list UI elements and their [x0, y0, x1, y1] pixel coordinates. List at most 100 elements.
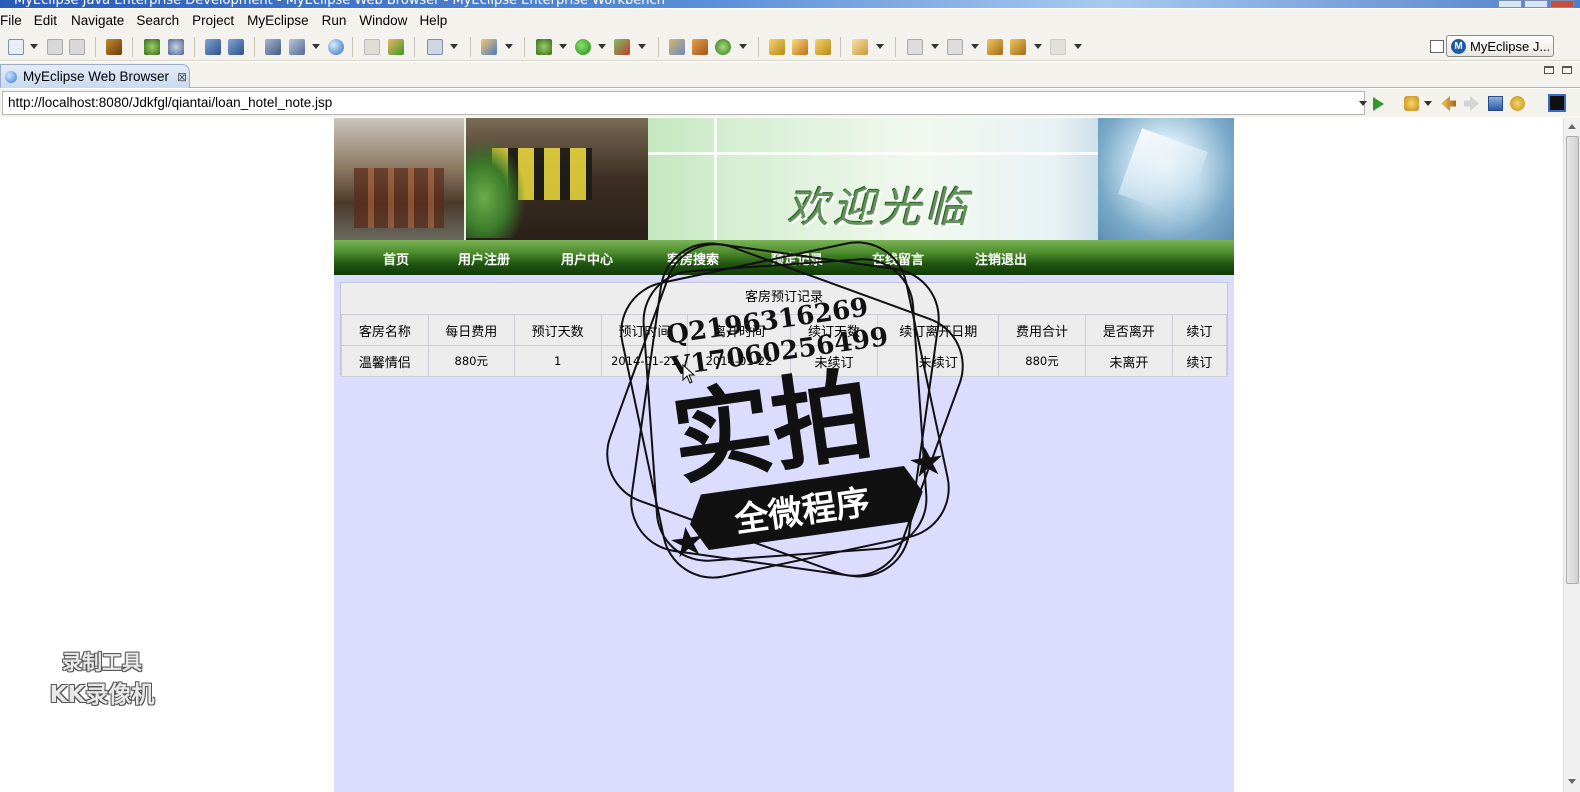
perspective-switcher[interactable]: M MyEclipse J...: [1446, 35, 1554, 57]
view-controls: [1544, 66, 1572, 74]
new-class-dropdown-icon[interactable]: [739, 44, 747, 49]
search-dropdown-icon[interactable]: [876, 44, 884, 49]
next-annotation-icon[interactable]: [907, 39, 923, 55]
deploy-icon[interactable]: [205, 39, 221, 55]
new-java-project-icon[interactable]: [669, 39, 685, 55]
menu-project[interactable]: Project: [192, 13, 242, 28]
nav-register[interactable]: 用户注册: [458, 249, 510, 268]
debug-dropdown-icon[interactable]: [559, 44, 567, 49]
hotel-banner: 欢迎光临: [334, 118, 1234, 240]
window-controls: [1498, 0, 1574, 8]
window-title-bar: MyEclipse Java Enterprise Development - …: [0, 0, 1580, 8]
back-icon[interactable]: [1010, 39, 1026, 55]
open-task-icon[interactable]: [815, 39, 831, 55]
scroll-up-icon[interactable]: [1568, 124, 1576, 129]
menu-run[interactable]: Run: [322, 13, 355, 28]
print-icon[interactable]: [69, 39, 85, 55]
prev-annotation-dropdown-icon[interactable]: [971, 44, 979, 49]
open-type-icon[interactable]: [289, 39, 305, 55]
open-type-dropdown-icon[interactable]: [312, 44, 320, 49]
nav-guestbook[interactable]: 在线留言: [872, 249, 924, 268]
menu-myeclipse[interactable]: MyEclipse: [247, 13, 317, 28]
new-dropdown-icon[interactable]: [30, 44, 38, 49]
nav-booking-records[interactable]: 预定记录: [771, 249, 823, 268]
run-icon[interactable]: [575, 39, 591, 55]
view-menu-icon[interactable]: [1548, 94, 1566, 112]
external-tools-dropdown-icon[interactable]: [638, 44, 646, 49]
favorites-dropdown-icon[interactable]: [1424, 101, 1432, 106]
bug-icon[interactable]: [144, 39, 160, 55]
back-dropdown-icon[interactable]: [1034, 44, 1042, 49]
forward-dropdown-icon[interactable]: [1074, 44, 1082, 49]
go-icon[interactable]: [1373, 97, 1384, 111]
camera-icon[interactable]: [427, 39, 443, 55]
nav-home[interactable]: 首页: [383, 249, 409, 268]
close-tab-icon[interactable]: ⊠: [177, 70, 187, 84]
server-icon[interactable]: [168, 39, 184, 55]
cut-icon[interactable]: [364, 39, 380, 55]
table-header-row: 客房名称 每日费用 预订天数 预订时间 离开时间 续订天数 续订离开日期 费用合…: [341, 314, 1228, 346]
browser-address-bar: http://localhost:8080/Jdkfgl/qiantai/loa…: [0, 89, 1580, 117]
forward-icon[interactable]: [1050, 39, 1066, 55]
refresh-project-icon[interactable]: [388, 39, 404, 55]
toolbar-separator: [758, 37, 759, 57]
cell-daily-rate: 880元: [427, 345, 515, 377]
toolbar-separator: [840, 37, 841, 57]
next-annotation-dropdown-icon[interactable]: [931, 44, 939, 49]
close-window-button[interactable]: [1550, 0, 1574, 8]
stop-icon[interactable]: [1488, 96, 1503, 111]
debug-icon[interactable]: [536, 39, 552, 55]
minimize-window-button[interactable]: [1498, 0, 1522, 8]
browser-back-icon[interactable]: [1441, 96, 1456, 111]
vertical-scrollbar[interactable]: [1563, 118, 1580, 792]
nav-logout[interactable]: 注销退出: [975, 249, 1027, 268]
maximize-view-icon[interactable]: [1562, 66, 1572, 74]
new-class-icon[interactable]: [715, 39, 731, 55]
open-folder-icon[interactable]: [769, 39, 785, 55]
save-icon[interactable]: [47, 39, 63, 55]
cell-renew-days: 未续订: [789, 345, 879, 377]
external-tools-icon[interactable]: [614, 39, 630, 55]
url-input[interactable]: http://localhost:8080/Jdkfgl/qiantai/loa…: [2, 91, 1365, 115]
menu-help[interactable]: Help: [419, 13, 455, 28]
scroll-down-icon[interactable]: [1568, 779, 1576, 784]
scroll-thumb[interactable]: [1566, 136, 1579, 584]
package-icon[interactable]: [106, 39, 122, 55]
cell-total-cost: 880元: [998, 345, 1086, 377]
welcome-text: 欢迎光临: [787, 183, 972, 232]
prev-annotation-icon[interactable]: [947, 39, 963, 55]
camera-dropdown-icon[interactable]: [450, 44, 458, 49]
minimize-view-icon[interactable]: [1544, 66, 1554, 74]
new-icon[interactable]: [8, 39, 24, 55]
open-perspective-icon[interactable]: [1430, 40, 1444, 53]
new-wizard-dropdown-icon[interactable]: [505, 44, 513, 49]
tab-myeclipse-web-browser[interactable]: MyEclipse Web Browser ⊠: [0, 64, 190, 88]
menu-search[interactable]: Search: [136, 13, 187, 28]
new-package-icon[interactable]: [692, 39, 708, 55]
menu-file[interactable]: File: [0, 13, 30, 28]
cell-renew-leave-date: 未续订: [877, 345, 1000, 377]
favorites-icon[interactable]: [1404, 96, 1419, 111]
renew-link[interactable]: 续订: [1171, 345, 1228, 377]
last-edit-icon[interactable]: [987, 39, 1003, 55]
maximize-window-button[interactable]: [1524, 0, 1548, 8]
nav-room-search[interactable]: 客房搜索: [667, 249, 719, 268]
menu-navigate[interactable]: Navigate: [71, 13, 132, 28]
wand-icon[interactable]: [792, 39, 808, 55]
globe-icon[interactable]: [328, 39, 344, 55]
new-wizard-icon[interactable]: [481, 39, 497, 55]
toolbar-separator: [414, 37, 415, 57]
refresh-icon[interactable]: [1510, 96, 1525, 111]
menu-edit[interactable]: Edit: [34, 13, 65, 28]
window-title: MyEclipse Java Enterprise Development - …: [14, 0, 665, 8]
toolbar-separator: [254, 37, 255, 57]
nav-user-center[interactable]: 用户中心: [561, 249, 613, 268]
search-folder-icon[interactable]: [852, 39, 868, 55]
run-dropdown-icon[interactable]: [598, 44, 606, 49]
browser-forward-icon[interactable]: [1464, 96, 1479, 111]
redeploy-icon[interactable]: [228, 39, 244, 55]
url-history-dropdown-icon[interactable]: [1359, 101, 1367, 106]
menu-window[interactable]: Window: [359, 13, 415, 28]
toolbar-separator: [658, 37, 659, 57]
hierarchy-icon[interactable]: [265, 39, 281, 55]
